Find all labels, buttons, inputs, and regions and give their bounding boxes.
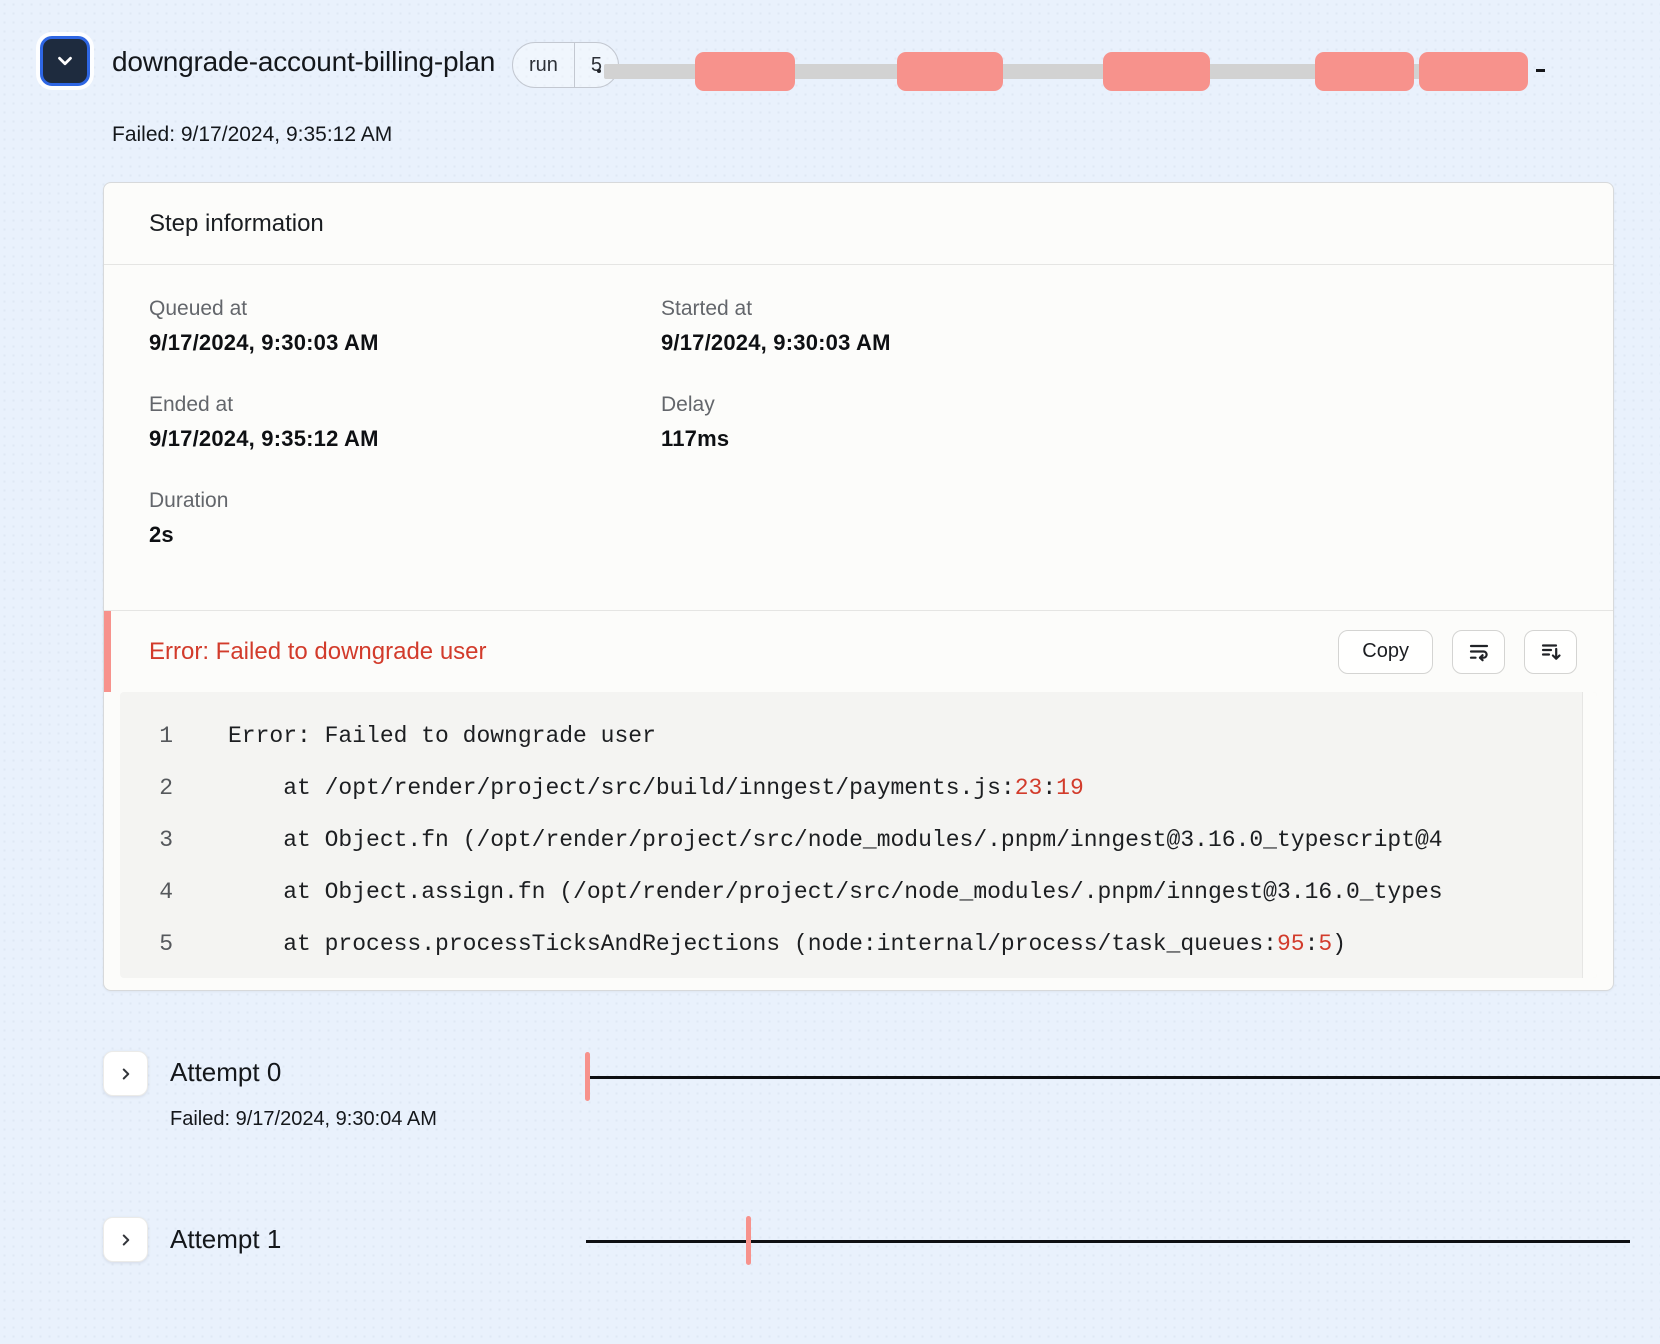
card-title: Step information [104,183,1613,265]
code-text-segment: : [1305,931,1319,957]
step-status: Failed: 9/17/2024, 9:35:12 AM [112,123,392,147]
code-scrollbar[interactable] [1582,692,1597,978]
line-number: 4 [120,879,173,905]
attempt-1-timeline-tick[interactable] [746,1216,751,1265]
field-value: 2s [149,522,661,548]
line-number: 5 [120,931,173,957]
code-line: 3 at Object.fn (/opt/render/project/src/… [120,814,1597,866]
code-highlight: 19 [1056,775,1084,801]
field-label: Ended at [149,393,661,417]
code-highlight: 23 [1015,775,1043,801]
attempt-0-status: Failed: 9/17/2024, 9:30:04 AM [170,1108,437,1131]
code-text: at Object.assign.fn (/opt/render/project… [228,879,1443,905]
code-text: at process.processTicksAndRejections (no… [228,931,1346,957]
code-text-segment: at /opt/render/project/src/build/inngest… [228,775,1015,801]
attempt-0-expand-button[interactable] [103,1051,148,1096]
step-info-fields: Queued at 9/17/2024, 9:30:03 AM Started … [104,265,1613,610]
timeline-segment[interactable] [695,52,795,91]
field-ended-at: Ended at 9/17/2024, 9:35:12 AM [149,393,661,452]
field-label: Queued at [149,297,661,321]
chevron-down-icon [54,50,76,72]
code-line: 2 at /opt/render/project/src/build/innge… [120,762,1597,814]
code-highlight: 95 [1277,931,1305,957]
timeline-end-marker [1536,69,1545,72]
code-text-segment: at Object.fn (/opt/render/project/src/no… [228,827,1443,853]
timeline-segment[interactable] [1419,52,1528,91]
code-text: at Object.fn (/opt/render/project/src/no… [228,827,1443,853]
code-text-segment: : [1042,775,1056,801]
line-number: 2 [120,775,173,801]
field-label: Started at [661,297,1568,321]
attempt-0-timeline-line [586,1076,1660,1079]
run-badge-label: run [513,43,574,87]
line-number: 3 [120,827,173,853]
code-line: 5 at process.processTicksAndRejections (… [120,918,1597,970]
field-label: Delay [661,393,1568,417]
field-delay: Delay 117ms [661,393,1568,452]
code-text: Error: Failed to downgrade user [228,723,656,749]
timeline-segment[interactable] [1103,52,1210,91]
attempt-0-label: Attempt 0 [170,1057,281,1088]
attempt-1-timeline-line [586,1240,1630,1243]
scroll-to-bottom-icon [1539,640,1563,664]
field-label: Duration [149,489,661,513]
timeline-start-marker [597,69,601,73]
code-line: 1 Error: Failed to downgrade user [120,710,1597,762]
attempt-0-timeline-tick[interactable] [585,1052,590,1101]
field-value: 117ms [661,426,1568,452]
copy-button[interactable]: Copy [1338,630,1433,674]
field-value: 9/17/2024, 9:30:03 AM [661,330,1568,356]
run-badge[interactable]: run 5 [512,42,619,88]
step-title: downgrade-account-billing-plan [112,42,512,81]
wrap-text-icon [1467,640,1491,664]
timeline-segment[interactable] [897,52,1003,91]
error-banner: Error: Failed to downgrade user Copy [104,610,1613,692]
code-text-segment: Error: Failed to downgrade user [228,723,656,749]
code-text-segment: ) [1332,931,1346,957]
error-accent-stripe [104,611,111,692]
code-text-segment: at process.processTicksAndRejections (no… [228,931,1277,957]
timeline-segment[interactable] [1315,52,1414,91]
code-line: 4 at Object.assign.fn (/opt/render/proje… [120,866,1597,918]
field-duration: Duration 2s [149,489,661,548]
error-output-block: 1 Error: Failed to downgrade user 2 at /… [120,692,1597,978]
expand-toggle-button[interactable] [40,36,90,86]
attempt-1-expand-button[interactable] [103,1217,148,1262]
chevron-right-icon [117,1065,135,1083]
field-queued-at: Queued at 9/17/2024, 9:30:03 AM [149,297,661,356]
field-started-at: Started at 9/17/2024, 9:30:03 AM [661,297,1568,356]
step-info-card: Step information Queued at 9/17/2024, 9:… [103,182,1614,991]
line-number: 1 [120,723,173,749]
code-highlight: 5 [1318,931,1332,957]
error-actions: Copy [1338,611,1577,692]
error-message: Error: Failed to downgrade user [149,638,487,666]
chevron-right-icon [117,1231,135,1249]
wrap-text-button[interactable] [1452,630,1505,674]
code-text-segment: at Object.assign.fn (/opt/render/project… [228,879,1443,905]
scroll-to-bottom-button[interactable] [1524,630,1577,674]
attempt-1-label: Attempt 1 [170,1224,281,1255]
field-value: 9/17/2024, 9:30:03 AM [149,330,661,356]
code-text: at /opt/render/project/src/build/inngest… [228,775,1084,801]
field-value: 9/17/2024, 9:35:12 AM [149,426,661,452]
